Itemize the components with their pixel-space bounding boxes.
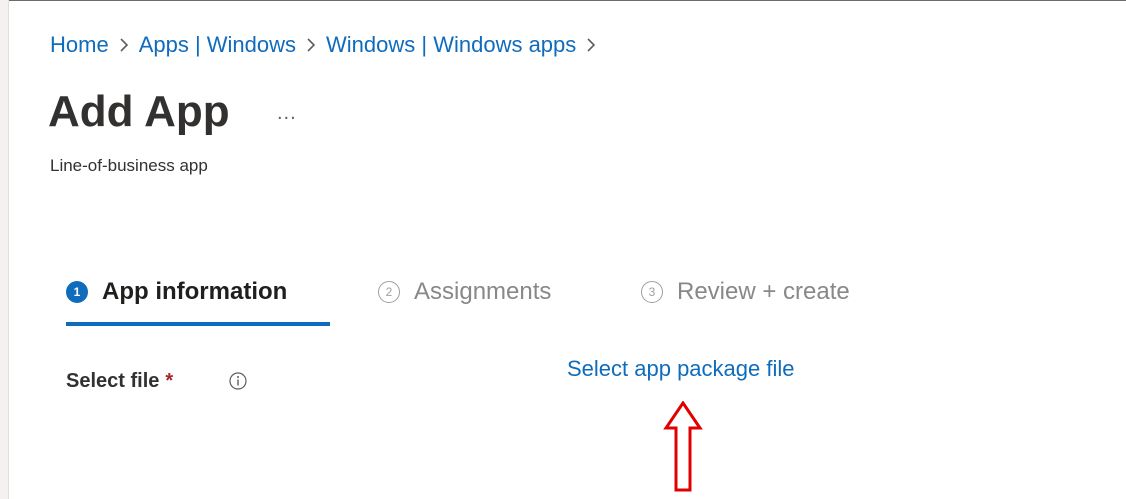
- required-marker: *: [165, 370, 174, 392]
- tab-review-create[interactable]: 3 Review + create: [641, 278, 850, 306]
- tab-app-information[interactable]: 1 App information: [66, 278, 287, 306]
- page-title: Add App: [48, 87, 230, 136]
- breadcrumb-home[interactable]: Home: [50, 32, 109, 58]
- page-subtitle: Line-of-business app: [50, 156, 208, 175]
- chevron-right-icon: [306, 37, 316, 53]
- breadcrumb: Home Apps | Windows Windows | Windows ap…: [50, 32, 606, 58]
- more-options-button[interactable]: ...: [277, 102, 297, 125]
- chevron-right-icon: [119, 37, 129, 53]
- step-number-1: 1: [66, 281, 88, 303]
- select-file-label: Select file *: [66, 370, 173, 393]
- chevron-right-icon: [586, 37, 596, 53]
- step-number-2: 2: [378, 281, 400, 303]
- active-step-underline: [66, 322, 330, 326]
- breadcrumb-windows-apps[interactable]: Windows | Windows apps: [326, 32, 576, 58]
- red-arrow-up-icon: [663, 400, 703, 498]
- tab-assignments[interactable]: 2 Assignments: [378, 278, 551, 306]
- breadcrumb-apps-windows[interactable]: Apps | Windows: [139, 32, 296, 58]
- select-file-label-text: Select file: [66, 370, 160, 392]
- select-app-package-file-link[interactable]: Select app package file: [567, 356, 795, 382]
- step-label-assignments: Assignments: [414, 278, 552, 305]
- info-icon[interactable]: [228, 371, 248, 396]
- left-nav-edge: [0, 0, 9, 499]
- step-number-3: 3: [641, 281, 663, 303]
- step-label-review-create: Review + create: [677, 278, 850, 305]
- window-top-border: [0, 0, 1126, 1]
- step-label-app-information: App information: [102, 278, 288, 305]
